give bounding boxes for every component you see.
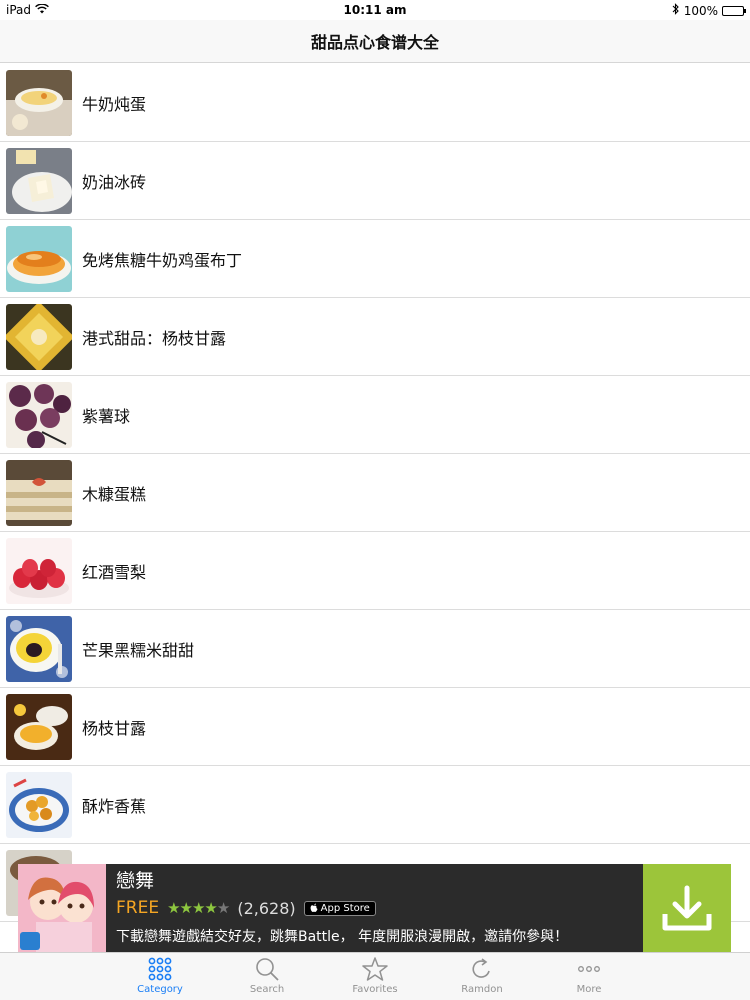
grid-icon [148, 957, 172, 981]
star-icon [362, 957, 388, 981]
navigation-bar: 甜品点心食谱大全 [0, 20, 750, 63]
status-bar: iPad 10:11 am 100% [0, 0, 750, 20]
app-store-badge: App Store [303, 900, 376, 916]
download-icon [662, 885, 712, 931]
tab-label: Ramdon [461, 984, 503, 995]
tab-favorites[interactable]: Favorites [335, 957, 415, 995]
status-right: 100% [672, 3, 746, 18]
recipe-name: 港式甜品：杨枝甘露 [82, 328, 227, 348]
tab-category[interactable]: Category [120, 957, 200, 995]
recipe-thumbnail [6, 459, 72, 526]
more-icon [578, 966, 600, 972]
rating-count: (2,628) [237, 898, 296, 918]
ad-description: 下載戀舞遊戲結交好友，跳舞Battle， 年度開服浪漫開啟，邀請你參與！ [116, 929, 569, 945]
recipe-name: 牛奶炖蛋 [82, 94, 147, 114]
status-time: 10:11 am [343, 3, 407, 17]
list-item[interactable]: 牛奶炖蛋 [0, 64, 750, 142]
refresh-icon [472, 958, 490, 978]
tab-label: Category [137, 984, 183, 995]
rating-stars: ★★★★★ [167, 899, 230, 917]
tab-label: Favorites [352, 984, 398, 995]
recipe-name: 紫薯球 [82, 406, 131, 426]
page-title: 甜品点心食谱大全 [310, 33, 439, 52]
recipe-thumbnail [6, 615, 72, 682]
search-icon [256, 958, 279, 981]
star-empty-icon: ★ [216, 899, 230, 917]
list-item[interactable]: 奶油冰砖 [0, 142, 750, 220]
apple-icon [310, 903, 318, 912]
tab-bar: Category Search Favorites Ramdon More [0, 952, 750, 1000]
battery-icon [722, 5, 746, 16]
recipe-name: 杨枝甘露 [82, 718, 147, 738]
recipe-thumbnail [6, 537, 72, 604]
recipe-thumbnail [6, 693, 72, 760]
list-item[interactable]: 酥炸香蕉 [0, 766, 750, 844]
recipe-thumbnail [6, 381, 72, 448]
recipe-name: 免烤焦糖牛奶鸡蛋布丁 [82, 250, 243, 270]
recipe-thumbnail [6, 771, 72, 838]
ad-banner[interactable]: 戀舞 FREE ★★★★★ (2,628) App Store 下載戀舞遊戲結交… [18, 864, 731, 952]
ad-meta: FREE ★★★★★ (2,628) App Store [116, 896, 635, 920]
recipe-name: 奶油冰砖 [82, 172, 147, 192]
tab-random[interactable]: Ramdon [442, 957, 522, 995]
recipe-list[interactable]: 牛奶炖蛋 奶油冰砖 免烤焦糖牛奶鸡蛋布丁 港式甜品：杨枝甘露 紫薯球 木糠蛋糕 [0, 64, 750, 922]
ad-price: FREE [116, 898, 160, 918]
ad-content: 戀舞 FREE ★★★★★ (2,628) App Store 下載戀舞遊戲結交… [106, 864, 643, 952]
app-store-label: App Store [320, 902, 370, 914]
bluetooth-icon [672, 3, 680, 18]
list-item[interactable]: 杨枝甘露 [0, 688, 750, 766]
list-item[interactable]: 港式甜品：杨枝甘露 [0, 298, 750, 376]
tab-label: Search [249, 984, 285, 995]
list-item[interactable]: 红酒雪梨 [0, 532, 750, 610]
recipe-name: 酥炸香蕉 [82, 796, 147, 816]
tab-search[interactable]: Search [227, 957, 307, 995]
list-item[interactable]: 木糠蛋糕 [0, 454, 750, 532]
recipe-thumbnail [6, 303, 72, 370]
recipe-name: 芒果黑糯米甜甜 [82, 640, 195, 660]
tab-more[interactable]: More [549, 957, 629, 995]
ad-game-art [18, 864, 106, 952]
ad-title: 戀舞 [116, 870, 155, 892]
list-item[interactable]: 芒果黑糯米甜甜 [0, 610, 750, 688]
recipe-thumbnail [6, 69, 72, 136]
list-item[interactable]: 紫薯球 [0, 376, 750, 454]
star-icon: ★★★★ [167, 899, 218, 917]
list-item[interactable]: 免烤焦糖牛奶鸡蛋布丁 [0, 220, 750, 298]
recipe-name: 红酒雪梨 [82, 562, 147, 582]
recipe-thumbnail [6, 225, 72, 292]
battery-percent: 100% [683, 3, 718, 18]
tab-label: More [576, 984, 602, 995]
recipe-name: 木糠蛋糕 [82, 484, 147, 504]
recipe-thumbnail [6, 147, 72, 214]
download-button[interactable] [643, 864, 731, 952]
